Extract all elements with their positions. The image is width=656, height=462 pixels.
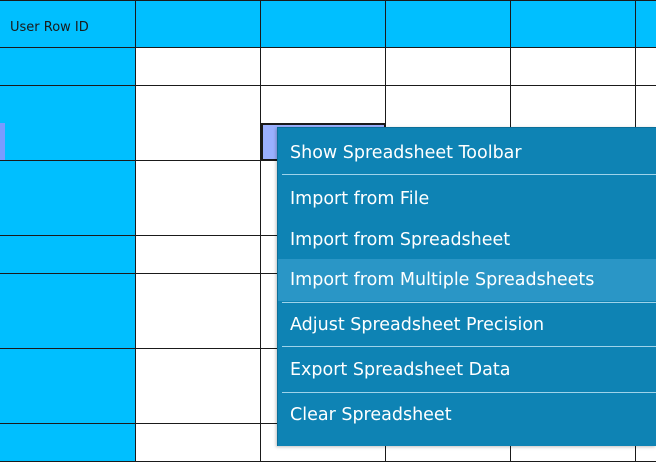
row-header-cell[interactable]: [0, 311, 136, 350]
row-header-cell[interactable]: [0, 386, 136, 425]
table-cell[interactable]: [261, 48, 386, 86]
menu-item-export-spreadsheet-data[interactable]: Export Spreadsheet Data: [278, 358, 656, 390]
table-cell[interactable]: [386, 85, 511, 124]
menu-item-import-from-multiple-spreadsheets[interactable]: Import from Multiple Spreadsheets: [278, 259, 656, 301]
menu-separator: [282, 346, 656, 347]
table-cell[interactable]: [136, 311, 261, 350]
table-cell[interactable]: [136, 198, 261, 237]
row-header-cell[interactable]: [0, 48, 136, 86]
table-cell[interactable]: [636, 48, 656, 86]
table-cell[interactable]: [136, 160, 261, 199]
row-header-cell[interactable]: [0, 198, 136, 237]
column-header[interactable]: [136, 0, 261, 48]
column-header[interactable]: [636, 0, 656, 48]
table-cell[interactable]: [386, 48, 511, 86]
row-header-cell[interactable]: [0, 424, 136, 462]
table-cell[interactable]: [261, 85, 386, 124]
row-header-cell[interactable]: [0, 273, 136, 312]
table-cell[interactable]: [136, 123, 261, 162]
menu-item-clear-spreadsheet[interactable]: Clear Spreadsheet: [278, 403, 656, 435]
menu-item-show-spreadsheet-toolbar[interactable]: Show Spreadsheet Toolbar: [278, 141, 656, 177]
menu-item-import-from-file[interactable]: Import from File: [278, 187, 656, 219]
table-cell[interactable]: [511, 85, 636, 124]
row-header-cell[interactable]: [0, 348, 136, 387]
row-header-cell[interactable]: [0, 85, 136, 124]
table-cell[interactable]: [511, 48, 636, 86]
menu-separator: [282, 174, 656, 175]
menu-separator: [282, 392, 656, 393]
menu-separator: [282, 302, 656, 303]
column-header[interactable]: [386, 0, 511, 48]
table-cell[interactable]: [136, 273, 261, 312]
column-header[interactable]: [261, 0, 386, 48]
menu-item-adjust-spreadsheet-precision[interactable]: Adjust Spreadsheet Precision: [278, 313, 656, 345]
user-row-id-header-label: User Row ID: [10, 20, 89, 35]
table-cell[interactable]: [136, 48, 261, 86]
menu-item-import-from-spreadsheet[interactable]: Import from Spreadsheet: [278, 228, 656, 260]
table-cell[interactable]: [136, 386, 261, 425]
row-header-cell[interactable]: [0, 236, 136, 274]
row-header-cell[interactable]: [0, 160, 136, 199]
context-menu: Show Spreadsheet Toolbar Import from Fil…: [277, 127, 656, 446]
table-cell[interactable]: [636, 85, 656, 124]
row-header-cell[interactable]: [0, 123, 136, 162]
table-cell[interactable]: [136, 348, 261, 387]
table-cell[interactable]: [136, 85, 261, 124]
column-header[interactable]: [511, 0, 636, 48]
table-cell[interactable]: [136, 424, 261, 462]
table-cell[interactable]: [136, 236, 261, 274]
